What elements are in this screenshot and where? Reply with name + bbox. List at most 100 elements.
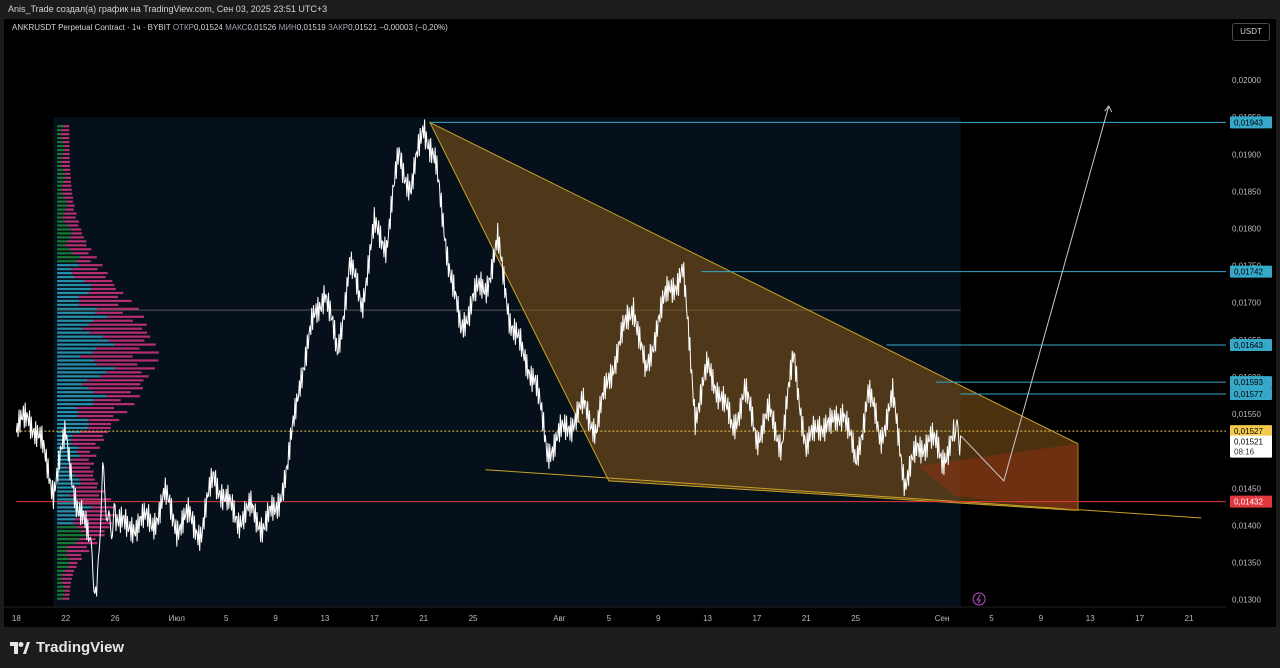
volume-profile-bar bbox=[57, 275, 75, 279]
volume-profile-bar bbox=[57, 192, 63, 195]
volume-profile-bar bbox=[57, 319, 94, 322]
volume-profile-bar bbox=[65, 208, 74, 211]
volume-profile-bar bbox=[66, 200, 73, 203]
volume-profile-bar bbox=[64, 589, 70, 592]
low-label: МИН bbox=[278, 23, 297, 32]
volume-profile-bar bbox=[69, 561, 78, 565]
volume-profile-bar bbox=[57, 403, 94, 406]
volume-profile-bar bbox=[57, 172, 65, 175]
symbol-legend: ANKRUSDT Perpetual Contract · 1ч · BYBIT… bbox=[12, 23, 448, 32]
volume-profile-bar bbox=[57, 164, 62, 168]
volume-profile-bar bbox=[57, 561, 70, 565]
volume-profile-bar bbox=[100, 375, 149, 378]
volume-profile-bar bbox=[91, 287, 116, 291]
volume-profile-bar bbox=[79, 303, 119, 306]
volume-profile-bar bbox=[57, 407, 77, 410]
price-chart[interactable]: 0,020000,019500,019000,018500,018000,017… bbox=[4, 19, 1276, 627]
volume-profile-bar bbox=[90, 283, 115, 287]
currency-button[interactable]: USDT bbox=[1232, 23, 1270, 41]
volume-profile-bar bbox=[65, 176, 71, 179]
volume-profile-bar bbox=[57, 279, 85, 283]
volume-profile-bar bbox=[57, 565, 69, 569]
volume-profile-bar bbox=[57, 160, 61, 164]
volume-profile-bar bbox=[57, 474, 76, 477]
volume-profile-bar bbox=[64, 148, 70, 152]
brand-name: TradingView bbox=[36, 639, 125, 656]
volume-profile-bar bbox=[57, 208, 66, 211]
volume-profile-bar bbox=[93, 399, 121, 402]
volume-profile-bar bbox=[57, 252, 73, 255]
x-tick-label: Сен bbox=[935, 614, 950, 623]
volume-profile-bar bbox=[57, 541, 76, 545]
volume-profile-bar bbox=[57, 597, 63, 600]
price-axis[interactable] bbox=[1226, 19, 1276, 627]
volume-profile-bar bbox=[69, 248, 92, 251]
lightning-icon[interactable] bbox=[972, 592, 986, 606]
volume-profile-bar bbox=[57, 585, 64, 588]
volume-profile-bar bbox=[57, 137, 62, 140]
volume-profile-bar bbox=[89, 331, 147, 334]
volume-profile-bar bbox=[57, 148, 65, 152]
volume-profile-bar bbox=[73, 490, 105, 493]
volume-profile-bar bbox=[57, 347, 97, 350]
volume-profile-bar bbox=[57, 331, 90, 334]
volume-profile-bar bbox=[57, 399, 94, 402]
volume-profile-bar bbox=[80, 482, 99, 485]
volume-profile-bar bbox=[57, 557, 70, 561]
volume-profile-bar bbox=[67, 240, 87, 243]
volume-profile-bar bbox=[71, 232, 82, 235]
last-price-label: 0,01521 bbox=[1234, 438, 1263, 447]
x-tick-label: 18 bbox=[12, 614, 21, 623]
volume-profile-bar bbox=[57, 291, 89, 295]
brand-footer: TradingView bbox=[10, 639, 124, 656]
y-tick-label: 0,01300 bbox=[1232, 596, 1261, 605]
volume-profile-bar bbox=[57, 343, 115, 346]
volume-profile-bar bbox=[57, 549, 67, 553]
volume-profile-bar bbox=[88, 426, 111, 430]
volume-profile-bar bbox=[93, 391, 131, 394]
volume-profile-bar bbox=[57, 391, 94, 394]
volume-profile-bar bbox=[71, 442, 96, 445]
volume-profile-bar bbox=[57, 224, 68, 227]
volume-profile-bar bbox=[57, 196, 65, 199]
x-tick-label: 9 bbox=[656, 614, 661, 623]
volume-profile-bar bbox=[57, 470, 71, 473]
volume-profile-bar bbox=[67, 545, 87, 549]
volume-profile-bar bbox=[97, 307, 139, 310]
volume-profile-bar bbox=[57, 156, 62, 160]
volume-profile-bar bbox=[69, 557, 82, 561]
volume-profile-bar bbox=[57, 188, 62, 191]
volume-profile-bar bbox=[57, 327, 83, 330]
y-tick-label: 0,01800 bbox=[1232, 225, 1261, 234]
volume-profile-bar bbox=[73, 522, 113, 525]
volume-profile-bar bbox=[81, 530, 105, 533]
volume-profile-bar bbox=[57, 545, 68, 549]
volume-profile-bar bbox=[77, 414, 114, 418]
volume-profile-bar bbox=[71, 228, 82, 231]
volume-profile-bar bbox=[60, 133, 70, 136]
volume-profile-bar bbox=[94, 359, 159, 362]
volume-profile-bar bbox=[64, 172, 71, 175]
volume-profile-bar bbox=[77, 498, 112, 501]
volume-profile-bar bbox=[67, 204, 75, 207]
volume-profile-bar bbox=[57, 125, 64, 128]
volume-profile-bar bbox=[79, 355, 133, 358]
chart-area[interactable]: 0,020000,019500,019000,018500,018000,017… bbox=[4, 19, 1276, 627]
volume-profile-bar bbox=[93, 319, 133, 322]
volume-profile-bar bbox=[86, 379, 144, 382]
volume-profile-bar bbox=[62, 581, 71, 584]
volume-profile-bar bbox=[57, 375, 101, 378]
volume-profile-bar bbox=[61, 156, 70, 160]
volume-profile-bar bbox=[57, 422, 90, 426]
open-label: ОТКР bbox=[172, 23, 194, 32]
volume-profile-bar bbox=[57, 478, 80, 481]
volume-profile-bar bbox=[64, 220, 79, 223]
volume-profile-bar bbox=[57, 371, 106, 374]
volume-profile-bar bbox=[114, 367, 155, 370]
volume-profile-bar bbox=[57, 295, 79, 299]
volume-profile-bar bbox=[57, 216, 63, 219]
volume-profile-bar bbox=[57, 236, 71, 239]
volume-profile-bar bbox=[75, 486, 97, 489]
price-tag-label: 0,01943 bbox=[1234, 118, 1263, 127]
volume-profile-bar bbox=[57, 244, 66, 247]
